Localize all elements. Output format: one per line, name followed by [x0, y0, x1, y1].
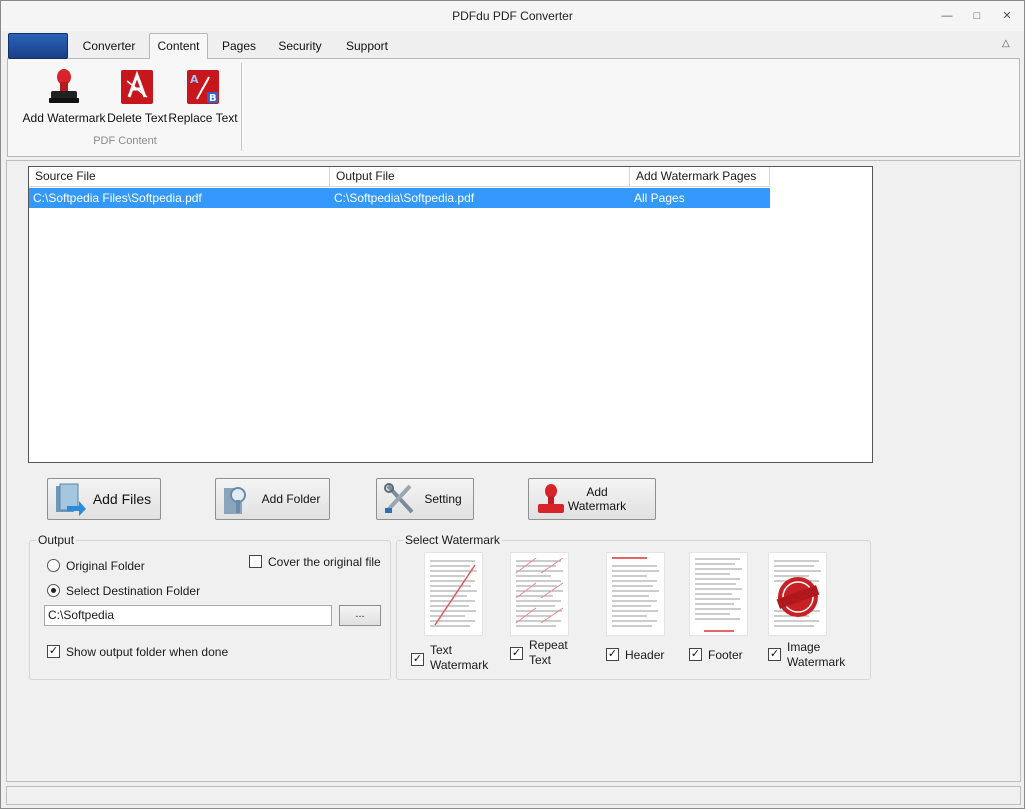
image-watermark-label-line2: Watermark: [787, 655, 846, 669]
add-folder-label: Add Folder: [261, 492, 321, 506]
header-preview[interactable]: [606, 552, 665, 636]
add-folder-button[interactable]: Add Folder: [215, 478, 330, 520]
window-title: PDFdu PDF Converter: [452, 9, 573, 23]
select-watermark-group: Select Watermark ✓ Text Watermark ✓ Repe…: [396, 533, 871, 680]
column-output-file[interactable]: Output File: [330, 167, 630, 187]
tab-support[interactable]: Support: [335, 36, 399, 60]
original-folder-label[interactable]: Original Folder: [66, 559, 145, 573]
tab-security[interactable]: Security: [269, 36, 331, 60]
text-watermark-label-line2: Watermark: [430, 658, 489, 672]
ribbon-add-watermark-label: Add Watermark: [22, 111, 106, 125]
tab-pages[interactable]: Pages: [211, 36, 267, 60]
output-group: Output Original Folder Cover the origina…: [29, 533, 391, 680]
add-folder-icon: [221, 482, 255, 516]
add-watermark-label: Add Watermark: [565, 479, 629, 519]
footer-checkbox[interactable]: ✓: [689, 648, 702, 661]
column-source-file[interactable]: Source File: [29, 167, 330, 187]
image-watermark-preview[interactable]: [768, 552, 827, 636]
tab-content[interactable]: Content: [149, 33, 208, 60]
browse-button[interactable]: ...: [339, 605, 381, 626]
repeat-text-preview[interactable]: [510, 552, 569, 636]
add-files-button[interactable]: Add Files: [47, 478, 161, 520]
cell-output-file: C:\Softpedia\Softpedia.pdf: [334, 191, 475, 205]
ribbon-replace-text-button[interactable]: A B Replace Text: [168, 67, 238, 125]
title-bar: PDFdu PDF Converter — □ ✕: [1, 1, 1024, 31]
destination-path-input[interactable]: C:\Softpedia: [44, 605, 332, 626]
minimize-icon[interactable]: —: [940, 9, 954, 23]
footer-label[interactable]: Footer: [708, 648, 743, 662]
cover-original-label[interactable]: Cover the original file: [268, 555, 381, 569]
image-watermark-label[interactable]: Image Watermark: [787, 640, 845, 670]
add-watermark-label-line2: Watermark: [567, 499, 627, 513]
repeat-text-label[interactable]: Repeat Text: [529, 638, 568, 668]
header-label[interactable]: Header: [625, 648, 664, 662]
text-watermark-label-line1: Text: [430, 643, 453, 657]
setting-button[interactable]: Setting: [376, 478, 474, 520]
ribbon-add-watermark-button[interactable]: Add Watermark: [22, 67, 106, 125]
text-watermark-label[interactable]: Text Watermark: [430, 643, 488, 673]
stamp-icon: [44, 67, 84, 107]
original-folder-radio[interactable]: [47, 559, 60, 572]
ribbon-group-label: PDF Content: [93, 135, 157, 147]
select-watermark-title: Select Watermark: [403, 533, 502, 547]
cell-watermark-pages: All Pages: [634, 191, 685, 205]
repeat-text-label-line2: Text: [529, 653, 552, 667]
ribbon-collapse-icon[interactable]: △: [1002, 38, 1014, 50]
svg-text:A: A: [190, 73, 199, 86]
ribbon-panel: Add Watermark Delete Text A B Replace Te…: [7, 59, 1020, 157]
main-panel: Source File Output File Add Watermark Pa…: [6, 160, 1021, 782]
ribbon-delete-text-label: Delete Text: [107, 111, 167, 125]
maximize-icon[interactable]: □: [970, 9, 984, 23]
stamp-icon: [534, 482, 568, 516]
tools-icon: [382, 482, 416, 516]
cell-source-file: C:\Softpedia Files\Softpedia.pdf: [33, 191, 202, 205]
add-watermark-button[interactable]: Add Watermark: [528, 478, 656, 520]
add-files-label: Add Files: [92, 491, 152, 507]
image-watermark-checkbox[interactable]: ✓: [768, 648, 781, 661]
select-destination-label[interactable]: Select Destination Folder: [66, 584, 200, 598]
table-row[interactable]: C:\Softpedia Files\Softpedia.pdf C:\Soft…: [29, 188, 770, 208]
file-list-header: Source File Output File Add Watermark Pa…: [29, 167, 874, 187]
svg-text:B: B: [209, 93, 217, 104]
ribbon-group-separator: [241, 63, 242, 151]
text-watermark-checkbox[interactable]: ✓: [411, 653, 424, 666]
pdf-replace-text-icon: A B: [183, 67, 223, 107]
cover-original-checkbox[interactable]: [249, 555, 262, 568]
show-output-checkbox[interactable]: ✓: [47, 645, 60, 658]
repeat-text-checkbox[interactable]: ✓: [510, 647, 523, 660]
show-output-label[interactable]: Show output folder when done: [66, 645, 228, 659]
footer-preview[interactable]: [689, 552, 748, 636]
ribbon-replace-text-label: Replace Text: [168, 111, 238, 125]
column-watermark-pages[interactable]: Add Watermark Pages: [630, 167, 770, 187]
header-checkbox[interactable]: ✓: [606, 648, 619, 661]
file-list[interactable]: Source File Output File Add Watermark Pa…: [28, 166, 873, 463]
app-window: PDFdu PDF Converter — □ ✕ Converter Cont…: [0, 0, 1025, 809]
image-watermark-label-line1: Image: [787, 640, 821, 654]
repeat-text-label-line1: Repeat: [529, 638, 568, 652]
output-group-title: Output: [36, 533, 77, 547]
ribbon-tab-bar: Converter Content Pages Security Support…: [7, 32, 1020, 60]
ribbon-delete-text-button[interactable]: Delete Text: [106, 67, 168, 125]
application-menu-button[interactable]: [8, 33, 68, 59]
status-bar: [6, 786, 1021, 805]
text-watermark-preview[interactable]: [424, 552, 483, 636]
close-icon[interactable]: ✕: [1000, 9, 1014, 23]
add-watermark-label-line1: Add: [586, 485, 608, 499]
pdf-delete-text-icon: [117, 67, 157, 107]
add-files-icon: [53, 482, 87, 516]
setting-label: Setting: [424, 492, 462, 506]
select-destination-radio[interactable]: [47, 584, 60, 597]
tab-converter[interactable]: Converter: [71, 36, 147, 60]
